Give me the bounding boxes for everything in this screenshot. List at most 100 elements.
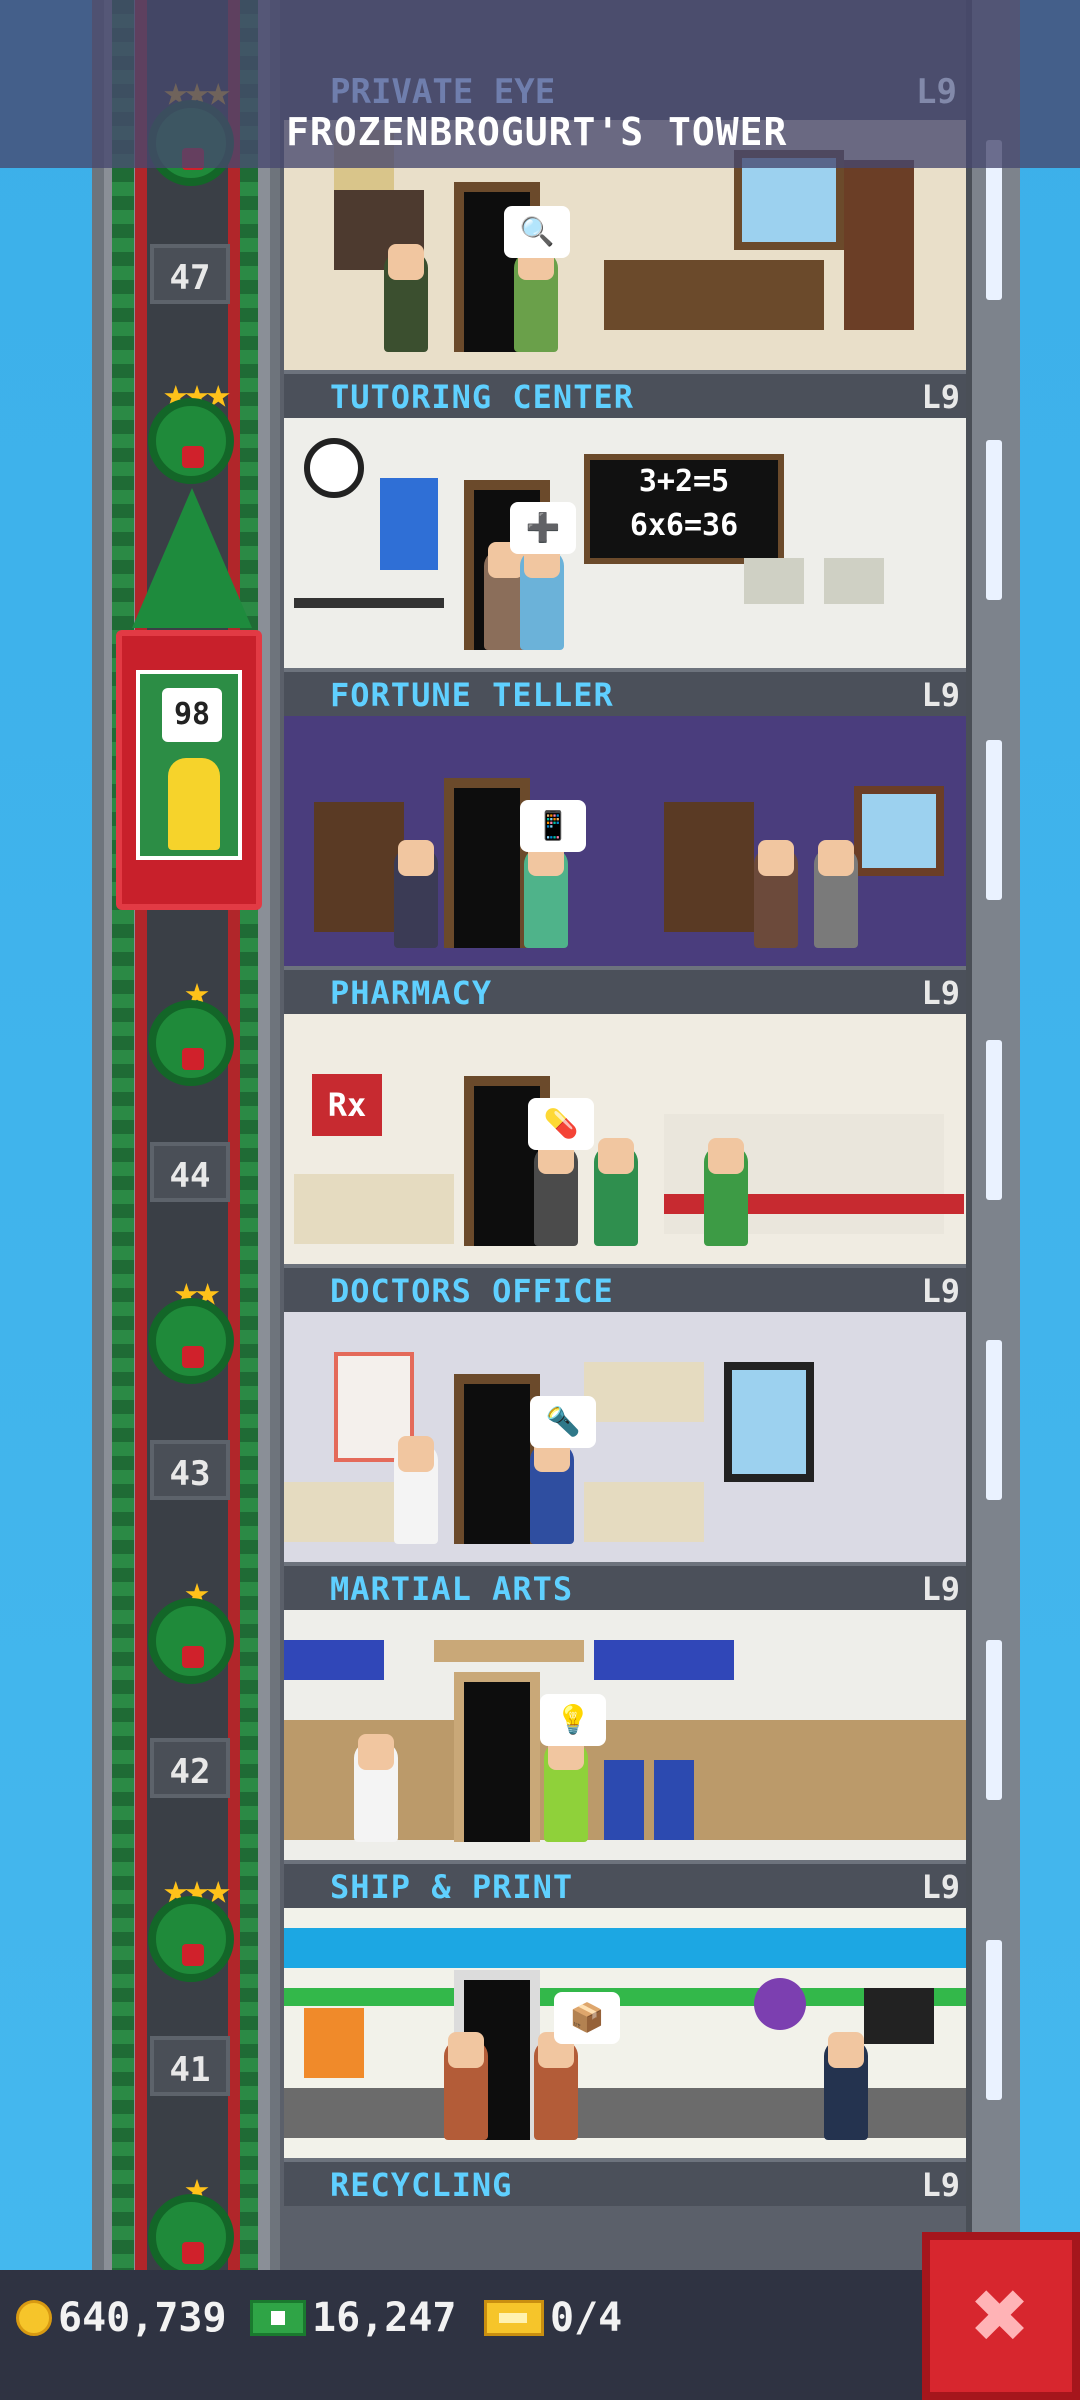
resident[interactable]: [354, 1734, 398, 1842]
tower-title: FROZENBROGURT'S TOWER: [286, 110, 788, 154]
shaft-floor-number: 44: [150, 1142, 230, 1202]
download-icon: [754, 1978, 806, 2030]
tickets-value: 0/4: [550, 2295, 623, 2341]
desk: [604, 260, 824, 330]
font-poster: [304, 2008, 364, 2078]
elevator-car[interactable]: 98: [116, 630, 262, 910]
room-door: [454, 1672, 540, 1842]
floor-name: TUTORING CENTER: [330, 378, 634, 416]
wreath-decoration: [148, 398, 234, 484]
room-fortune-teller[interactable]: 3+2=5 6x6=36 ➕: [284, 418, 966, 668]
bux-stat: 16,247: [250, 2290, 457, 2346]
punching-bag: [604, 1760, 644, 1840]
resident[interactable]: [704, 1138, 748, 1246]
elevator-passenger[interactable]: [168, 758, 220, 850]
resident[interactable]: [534, 1138, 578, 1246]
wreath-decoration: [148, 2194, 234, 2280]
room-pharmacy[interactable]: 📱: [284, 716, 966, 966]
garland-decoration: [112, 0, 134, 2270]
tower-window: [986, 740, 1002, 900]
tower-header: PRIVATE EYE L9 FROZENBROGURT'S TOWER: [0, 0, 1080, 168]
request-bubble[interactable]: 📦: [554, 1992, 620, 2044]
resident[interactable]: [394, 840, 438, 948]
tower-bux-icon: [250, 2300, 306, 2336]
close-icon: ✖: [972, 2259, 1030, 2371]
tower-window: [986, 1340, 1002, 1500]
wreath-decoration: [148, 1598, 234, 1684]
tower-window: [986, 440, 1002, 600]
torii-gate: [434, 1640, 584, 1662]
window: [724, 1362, 814, 1482]
previous-floor-name: PRIVATE EYE: [330, 72, 556, 112]
request-bubble[interactable]: 💡: [540, 1694, 606, 1746]
floor-label: DOCTORS OFFICE L9: [284, 1264, 966, 1312]
visitor[interactable]: [530, 1436, 574, 1544]
counter: [294, 1174, 454, 1244]
floor-label: RECYCLING L9: [284, 2158, 966, 2206]
passenger-destination-sign: 98: [162, 688, 222, 742]
floor-label: TUTORING CENTER L9: [284, 370, 966, 418]
room-doctors-office[interactable]: Rx 💊: [284, 1014, 966, 1264]
resident[interactable]: [754, 840, 798, 948]
floor-label: SHIP & PRINT L9: [284, 1860, 966, 1908]
room-door: [444, 778, 530, 948]
floor-label: PHARMACY L9: [284, 966, 966, 1014]
golden-ticket-icon: [484, 2300, 544, 2336]
floor-level: L9: [921, 676, 960, 714]
bookshelf: [664, 802, 754, 932]
floor-label: MARTIAL ARTS L9: [284, 1562, 966, 1610]
request-bubble[interactable]: 🔦: [530, 1396, 596, 1448]
visitor[interactable]: [520, 542, 564, 650]
floor-name: SHIP & PRINT: [330, 1868, 574, 1906]
visitor[interactable]: [814, 840, 858, 948]
visitor[interactable]: [514, 244, 558, 352]
previous-floor-level: L9: [916, 72, 957, 112]
counter: [584, 1482, 704, 1542]
punching-bag: [654, 1760, 694, 1840]
tickets-stat: 0/4: [484, 2290, 622, 2346]
resident[interactable]: [444, 2032, 488, 2140]
visitor[interactable]: [544, 1734, 588, 1842]
resident[interactable]: [394, 1436, 438, 1544]
request-bubble[interactable]: 💊: [528, 1098, 594, 1150]
dojo-banner: [284, 1640, 384, 1680]
visitor[interactable]: [534, 2032, 578, 2140]
elevator-interior: 98: [136, 670, 242, 860]
visitor[interactable]: [594, 1138, 638, 1246]
shaft-floor-number: 41: [150, 2036, 230, 2096]
floor-name: MARTIAL ARTS: [330, 1570, 574, 1608]
clock-icon: [304, 438, 364, 498]
floor-level: L9: [921, 2166, 960, 2204]
shaft-floor-number: 47: [150, 244, 230, 304]
request-bubble[interactable]: ➕: [510, 502, 576, 554]
resident[interactable]: [824, 2032, 868, 2140]
coins-stat: 640,739: [16, 2290, 227, 2346]
request-bubble[interactable]: 📱: [520, 800, 586, 852]
desk: [294, 598, 444, 608]
resident[interactable]: [384, 244, 428, 352]
room-ship-and-print[interactable]: 💡: [284, 1610, 966, 1860]
floor-label: FORTUNE TELLER L9: [284, 668, 966, 716]
computer: [824, 558, 884, 604]
cabinet: [584, 1362, 704, 1422]
wreath-decoration: [148, 1896, 234, 1982]
chalkboard-line: 6x6=36: [629, 508, 739, 543]
chalkboard-line: 3+2=5: [638, 464, 730, 499]
room-recycling[interactable]: 📦: [284, 1908, 966, 2158]
floor-name: DOCTORS OFFICE: [330, 1272, 614, 1310]
close-button[interactable]: ✖: [922, 2232, 1080, 2400]
floor-name: RECYCLING: [330, 2166, 513, 2204]
bookshelf: [314, 802, 404, 932]
coins-value: 640,739: [58, 2295, 227, 2341]
floor-name: FORTUNE TELLER: [330, 676, 614, 714]
floor-level: L9: [921, 1570, 960, 1608]
bookshelf: [844, 160, 914, 330]
shaft-rail: [135, 0, 147, 2270]
rx-sign: Rx: [312, 1074, 382, 1136]
tower-window: [986, 1940, 1002, 2100]
dojo-banner: [594, 1640, 734, 1680]
request-bubble[interactable]: 🔍: [504, 206, 570, 258]
visitor[interactable]: [524, 840, 568, 948]
christmas-tree-decoration: [132, 488, 252, 628]
room-martial-arts[interactable]: 🔦: [284, 1312, 966, 1562]
